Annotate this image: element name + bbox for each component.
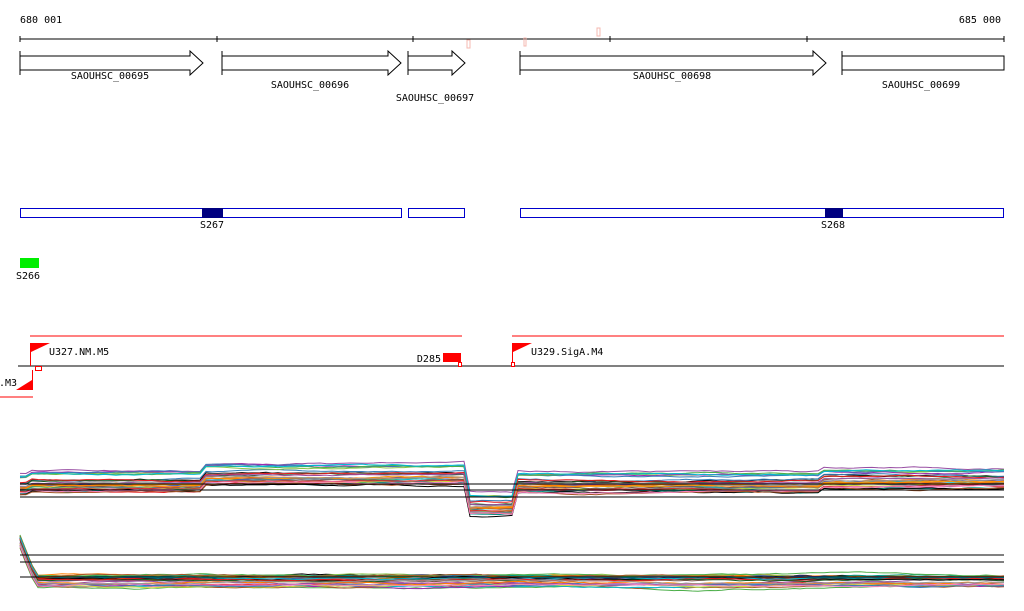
svg-text:S268: S268: [821, 220, 845, 231]
expression-profile-line: [19, 534, 1005, 578]
transcription-unit: [520, 208, 1004, 218]
gene-label: SAOUHSC_00697: [396, 93, 474, 104]
svg-text:U327.NM.M5: U327.NM.M5: [49, 347, 109, 358]
svg-text:S266: S266: [16, 271, 40, 282]
terminator-d285[interactable]: D285: [417, 353, 462, 367]
gene-saouhsc-00696[interactable]: SAOUHSC_00696: [221, 49, 402, 91]
promoter-u329[interactable]: U329.SigA.M4: [511, 343, 604, 367]
pink-mark: [466, 39, 471, 49]
gene-label: SAOUHSC_00699: [882, 80, 960, 91]
expression-profile-track-2: [19, 534, 1005, 592]
gene-saouhsc-00697[interactable]: SAOUHSC_00697: [396, 49, 474, 104]
gene-label: SAOUHSC_00698: [633, 71, 711, 82]
coordinate-ruler: 680 001 685 000: [19, 15, 1005, 49]
gene-label: SAOUHSC_00695: [71, 71, 149, 82]
expression-profile-line: [19, 537, 1005, 580]
ruler-start-label: 680 001: [20, 15, 62, 26]
expression-profile-line: [19, 537, 1005, 580]
gene-label: SAOUHSC_00696: [271, 80, 349, 91]
segment-track: S267 S268 S266: [16, 208, 1004, 282]
segment-s266[interactable]: S266: [16, 258, 40, 282]
gene-saouhsc-00695[interactable]: SAOUHSC_00695: [19, 49, 204, 82]
transcription-unit: [408, 208, 465, 218]
segment-s267[interactable]: S267: [200, 208, 224, 231]
gene-saouhsc-00699[interactable]: SAOUHSC_00699: [841, 51, 1005, 91]
regulatory-track: U327.NM.M5 D285 U329.SigA.M4 .M3: [0, 335, 1004, 398]
expression-profile-track-1: [19, 460, 1005, 518]
expression-profile-line: [19, 537, 1005, 581]
ruler-end-label: 685 000: [959, 15, 1001, 26]
gene-saouhsc-00698[interactable]: SAOUHSC_00698: [519, 49, 827, 82]
svg-text:D285: D285: [417, 354, 441, 365]
expression-profile-line: [19, 537, 1005, 580]
expression-profile-line: [19, 535, 1005, 578]
svg-text:.M3: .M3: [0, 378, 17, 389]
svg-text:U329.SigA.M4: U329.SigA.M4: [531, 347, 603, 358]
promoter-m3[interactable]: .M3: [0, 370, 33, 398]
svg-text:S267: S267: [200, 220, 224, 231]
pink-mark: [596, 27, 601, 37]
genome-browser-canvas[interactable]: 680 001 685 000 SAOUHSC_00695 SAOUHSC_00…: [0, 0, 1024, 611]
